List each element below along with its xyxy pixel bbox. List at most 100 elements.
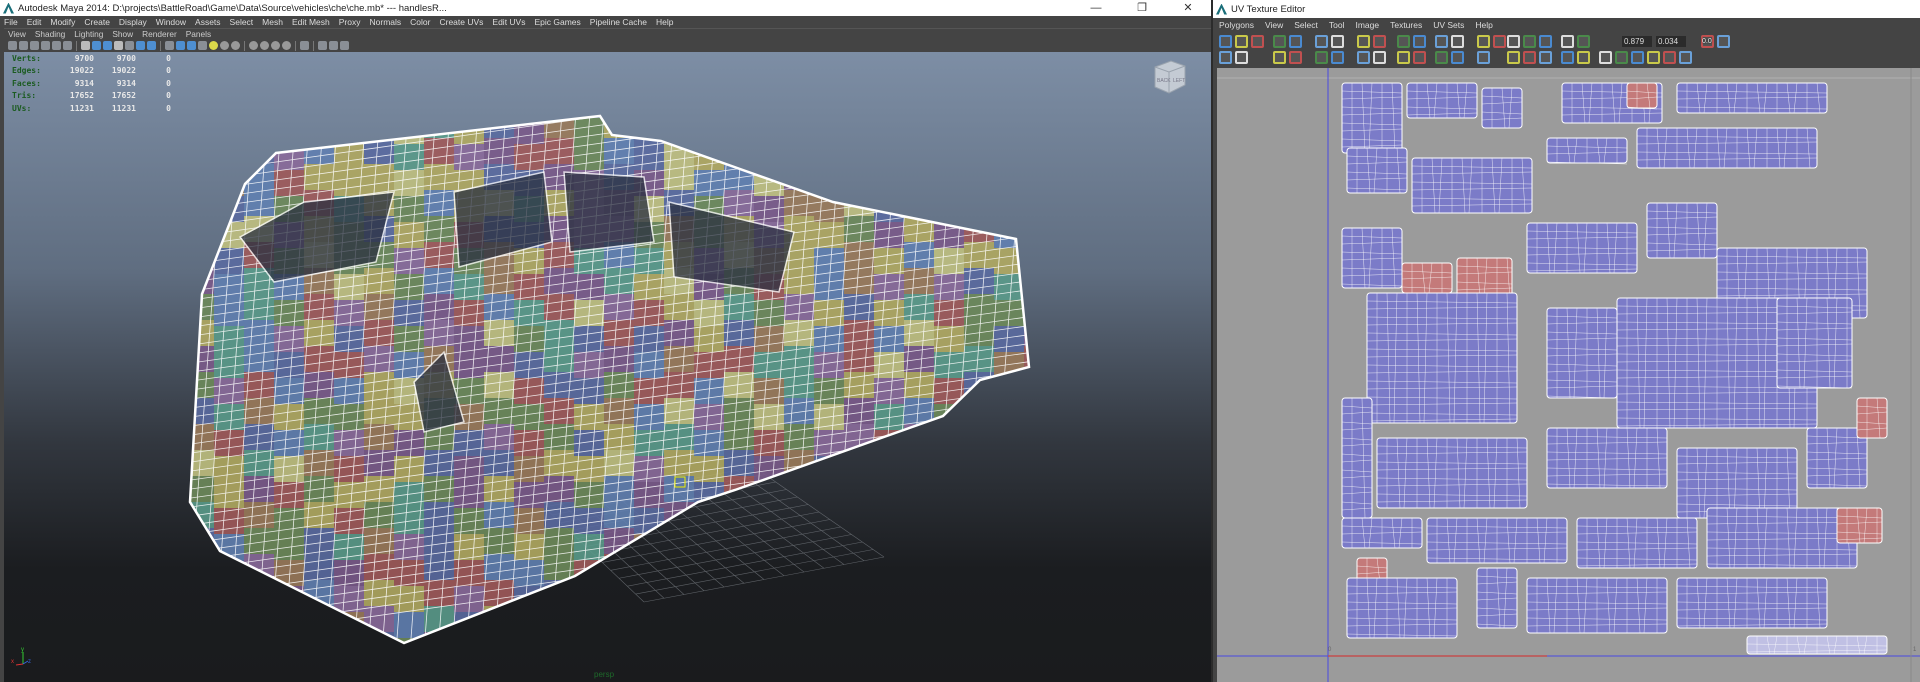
panel-tool-icon[interactable] bbox=[19, 41, 28, 50]
menu-select[interactable]: Select bbox=[230, 17, 254, 27]
uv-tool-icon[interactable] bbox=[1373, 35, 1386, 48]
uv-shell[interactable] bbox=[1526, 577, 1668, 634]
uv-shell-selected[interactable] bbox=[1626, 82, 1658, 110]
panel-menu-shading[interactable]: Shading bbox=[35, 29, 65, 39]
panel-tool-icon[interactable] bbox=[136, 41, 145, 50]
uv-tool-icon[interactable] bbox=[1331, 51, 1344, 64]
panel-tool-icon[interactable] bbox=[187, 41, 196, 50]
uv-tool-icon[interactable] bbox=[1663, 51, 1676, 64]
panel-tool-icon[interactable] bbox=[165, 41, 174, 50]
panel-tool-icon[interactable] bbox=[103, 41, 112, 50]
panel-tool-icon[interactable] bbox=[220, 41, 229, 50]
menu-help[interactable]: Help bbox=[656, 17, 673, 27]
uv-shell[interactable] bbox=[1346, 577, 1458, 639]
panel-tool-icon[interactable] bbox=[340, 41, 349, 50]
uv-shell[interactable] bbox=[1341, 397, 1373, 519]
uv-tool-icon[interactable] bbox=[1435, 51, 1448, 64]
uv-tool-icon[interactable] bbox=[1577, 35, 1590, 48]
uv-tool-icon[interactable] bbox=[1451, 35, 1464, 48]
uv-shell[interactable] bbox=[1676, 82, 1828, 114]
menu-edit[interactable]: Edit bbox=[27, 17, 42, 27]
uv-tool-icon[interactable] bbox=[1523, 35, 1536, 48]
uv-menu-polygons[interactable]: Polygons bbox=[1219, 20, 1254, 30]
uv-tool-icon[interactable] bbox=[1507, 35, 1520, 48]
uv-tool-icon[interactable] bbox=[1647, 51, 1660, 64]
uv-shell[interactable] bbox=[1636, 127, 1818, 169]
panel-tool-icon[interactable] bbox=[52, 41, 61, 50]
panel-tool-icon[interactable] bbox=[209, 41, 218, 50]
uv-tool-icon[interactable] bbox=[1373, 51, 1386, 64]
uv-canvas[interactable]: 0 1 bbox=[1217, 68, 1920, 682]
menu-edit-uvs[interactable]: Edit UVs bbox=[492, 17, 525, 27]
uv-shell[interactable] bbox=[1546, 307, 1618, 399]
panel-tool-icon[interactable] bbox=[81, 41, 90, 50]
uv-tool-icon[interactable] bbox=[1561, 51, 1574, 64]
restore-button[interactable]: ❐ bbox=[1119, 0, 1165, 16]
uv-menu-help[interactable]: Help bbox=[1475, 20, 1492, 30]
panel-tool-icon[interactable] bbox=[249, 41, 258, 50]
menu-epic-games[interactable]: Epic Games bbox=[534, 17, 580, 27]
uv-shell[interactable] bbox=[1546, 137, 1628, 165]
panel-tool-icon[interactable] bbox=[8, 41, 17, 50]
panel-tool-icon[interactable] bbox=[318, 41, 327, 50]
menu-mesh[interactable]: Mesh bbox=[262, 17, 283, 27]
uv-tool-icon[interactable] bbox=[1331, 35, 1344, 48]
view-cube[interactable]: BACK LEFT bbox=[1149, 57, 1189, 97]
uv-shells[interactable] bbox=[1217, 68, 1920, 682]
panel-menu-lighting[interactable]: Lighting bbox=[74, 29, 103, 39]
uv-tool-icon[interactable] bbox=[1413, 35, 1426, 48]
uv-tool-icon[interactable] bbox=[1717, 35, 1730, 48]
uv-shell-selected[interactable] bbox=[1836, 507, 1883, 544]
uv-tool-icon[interactable] bbox=[1599, 51, 1612, 64]
uv-shell[interactable] bbox=[1411, 157, 1533, 214]
uv-tool-icon[interactable] bbox=[1679, 51, 1692, 64]
menu-display[interactable]: Display bbox=[119, 17, 147, 27]
menu-file[interactable]: File bbox=[4, 17, 18, 27]
uv-tool-icon[interactable] bbox=[1289, 35, 1302, 48]
uv-tool-icon[interactable] bbox=[1251, 35, 1264, 48]
uv-shell[interactable] bbox=[1526, 222, 1638, 274]
uv-tool-icon[interactable] bbox=[1235, 51, 1248, 64]
uv-menu-uv-sets[interactable]: UV Sets bbox=[1433, 20, 1464, 30]
uv-tool-icon[interactable] bbox=[1273, 51, 1286, 64]
uv-shell[interactable] bbox=[1341, 82, 1403, 154]
menu-create[interactable]: Create bbox=[84, 17, 110, 27]
uv-shell[interactable] bbox=[1366, 292, 1518, 424]
menu-window[interactable]: Window bbox=[156, 17, 186, 27]
uv-shell[interactable] bbox=[1341, 517, 1423, 549]
uv-shell[interactable] bbox=[1706, 507, 1858, 569]
rotate-value-label[interactable]: 0.0 bbox=[1702, 38, 1712, 45]
menu-proxy[interactable]: Proxy bbox=[339, 17, 361, 27]
menu-create-uvs[interactable]: Create UVs bbox=[439, 17, 483, 27]
panel-menu-renderer[interactable]: Renderer bbox=[142, 29, 177, 39]
uv-tool-icon[interactable] bbox=[1435, 35, 1448, 48]
menu-color[interactable]: Color bbox=[410, 17, 430, 27]
uv-tool-icon[interactable] bbox=[1561, 35, 1574, 48]
panel-tool-icon[interactable] bbox=[300, 41, 309, 50]
uv-tool-icon[interactable] bbox=[1357, 35, 1370, 48]
uv-tool-icon[interactable] bbox=[1493, 35, 1506, 48]
uv-shell[interactable] bbox=[1776, 297, 1853, 389]
car-model-wireframe[interactable] bbox=[4, 52, 1211, 682]
uv-shell[interactable] bbox=[1481, 87, 1523, 129]
uv-tool-icon[interactable] bbox=[1413, 51, 1426, 64]
uv-menu-tool[interactable]: Tool bbox=[1329, 20, 1345, 30]
panel-tool-icon[interactable] bbox=[30, 41, 39, 50]
uv-shell[interactable] bbox=[1476, 567, 1518, 629]
uv-menu-textures[interactable]: Textures bbox=[1390, 20, 1422, 30]
uv-shell-selected[interactable] bbox=[1456, 257, 1513, 299]
panel-menu-show[interactable]: Show bbox=[112, 29, 133, 39]
close-button[interactable]: ✕ bbox=[1165, 0, 1211, 16]
uv-shell[interactable] bbox=[1406, 82, 1478, 119]
uv-shell-selected[interactable] bbox=[1401, 262, 1453, 294]
uv-tool-icon[interactable] bbox=[1315, 51, 1328, 64]
panel-tool-icon[interactable] bbox=[92, 41, 101, 50]
uv-tool-icon[interactable] bbox=[1539, 51, 1552, 64]
menu-pipeline-cache[interactable]: Pipeline Cache bbox=[590, 17, 647, 27]
panel-tool-icon[interactable] bbox=[231, 41, 240, 50]
panel-tool-icon[interactable] bbox=[125, 41, 134, 50]
uv-tool-icon[interactable] bbox=[1235, 35, 1248, 48]
panel-tool-icon[interactable] bbox=[176, 41, 185, 50]
uv-tool-icon[interactable] bbox=[1289, 51, 1302, 64]
menu-assets[interactable]: Assets bbox=[195, 17, 221, 27]
